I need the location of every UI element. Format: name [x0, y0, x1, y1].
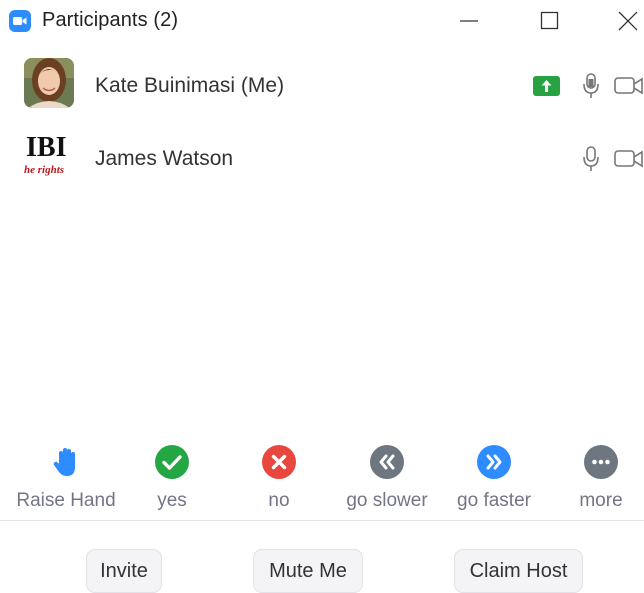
video-camera-icon[interactable] — [614, 76, 644, 101]
reaction-label: Raise Hand — [16, 490, 116, 511]
yes-button[interactable]: yes — [117, 440, 227, 515]
raise-hand-button[interactable]: Raise Hand — [11, 440, 121, 515]
x-icon — [261, 444, 297, 480]
reaction-label: go faster — [457, 490, 531, 511]
window-title: Participants (2) — [42, 9, 179, 31]
invite-button[interactable]: Invite — [86, 549, 162, 593]
microphone-icon[interactable] — [581, 72, 601, 105]
go-slower-button[interactable]: go slower — [332, 440, 442, 515]
more-button[interactable]: more — [546, 440, 644, 515]
avatar-logo-text: IBI — [26, 133, 67, 163]
no-button[interactable]: no — [224, 440, 334, 515]
claim-host-button[interactable]: Claim Host — [454, 549, 583, 593]
zoom-app-icon — [9, 10, 31, 32]
close-button[interactable] — [610, 8, 644, 34]
minimize-button[interactable] — [452, 8, 486, 34]
reaction-label: no — [268, 490, 290, 511]
reaction-label: more — [579, 490, 623, 511]
avatar — [24, 58, 74, 108]
maximize-button[interactable] — [533, 8, 567, 34]
avatar: IBI he rights — [24, 131, 74, 181]
microphone-icon[interactable] — [581, 145, 601, 178]
fast-forward-icon — [476, 444, 512, 480]
nonverbal-feedback-bar: Raise Hand yes no go slower go faster mo… — [0, 440, 644, 515]
raise-hand-icon — [48, 444, 84, 480]
reaction-label: yes — [157, 490, 187, 511]
participant-name: James Watson — [95, 147, 234, 170]
screen-share-icon — [533, 76, 560, 96]
reaction-label: go slower — [346, 490, 428, 511]
video-camera-icon[interactable] — [614, 149, 644, 174]
participant-row[interactable]: IBI he rights James Watson — [0, 131, 644, 191]
participant-row[interactable]: Kate Buinimasi (Me) — [0, 58, 644, 118]
divider — [0, 520, 644, 521]
participant-name: Kate Buinimasi (Me) — [95, 74, 285, 97]
checkmark-icon — [154, 444, 190, 480]
avatar-logo-subtext: he rights — [24, 164, 65, 176]
ellipsis-icon — [583, 444, 619, 480]
title-bar: Participants (2) — [0, 0, 644, 42]
go-faster-button[interactable]: go faster — [439, 440, 549, 515]
rewind-icon — [369, 444, 405, 480]
mute-me-button[interactable]: Mute Me — [253, 549, 363, 593]
